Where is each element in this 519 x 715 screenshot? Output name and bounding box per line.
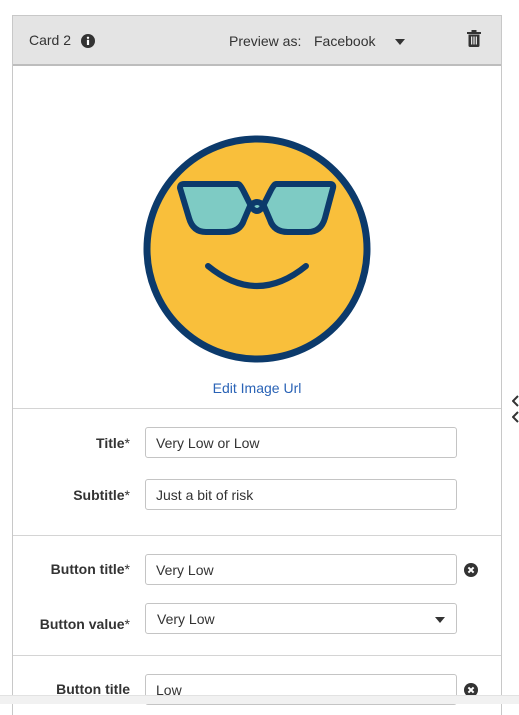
preview-platform-value: Facebook (314, 33, 376, 49)
divider (13, 655, 501, 656)
chevron-down-icon (395, 39, 405, 45)
resize-handle-icon[interactable] (512, 394, 519, 424)
button-title-input[interactable] (145, 554, 457, 585)
preview-platform-select[interactable]: Facebook (314, 26, 424, 56)
divider (13, 408, 501, 409)
edit-image-url-link[interactable]: Edit Image Url (13, 380, 501, 396)
card: Card 2 Preview as: Facebook Edit Image U… (12, 15, 502, 715)
preview-label: Preview as: (229, 33, 302, 49)
button-value-select[interactable]: Very Low (145, 603, 457, 634)
divider (13, 535, 501, 536)
title-input[interactable] (145, 427, 457, 458)
card-image-area: Edit Image Url (13, 66, 501, 408)
sunglasses-smiley-image (143, 135, 371, 363)
card-header: Card 2 Preview as: Facebook (13, 16, 501, 66)
title-label: Title* (96, 435, 130, 451)
button-value-selected: Very Low (157, 611, 215, 627)
trash-icon[interactable] (467, 30, 481, 47)
card-title: Card 2 (29, 32, 72, 48)
remove-circle-icon[interactable] (464, 563, 478, 577)
subtitle-input[interactable] (145, 479, 457, 510)
info-icon[interactable] (81, 34, 95, 48)
button-title-label: Button title* (50, 561, 130, 577)
chevron-down-icon (435, 617, 445, 623)
button-value-label: Button value* (39, 616, 130, 632)
subtitle-label: Subtitle* (73, 487, 130, 503)
